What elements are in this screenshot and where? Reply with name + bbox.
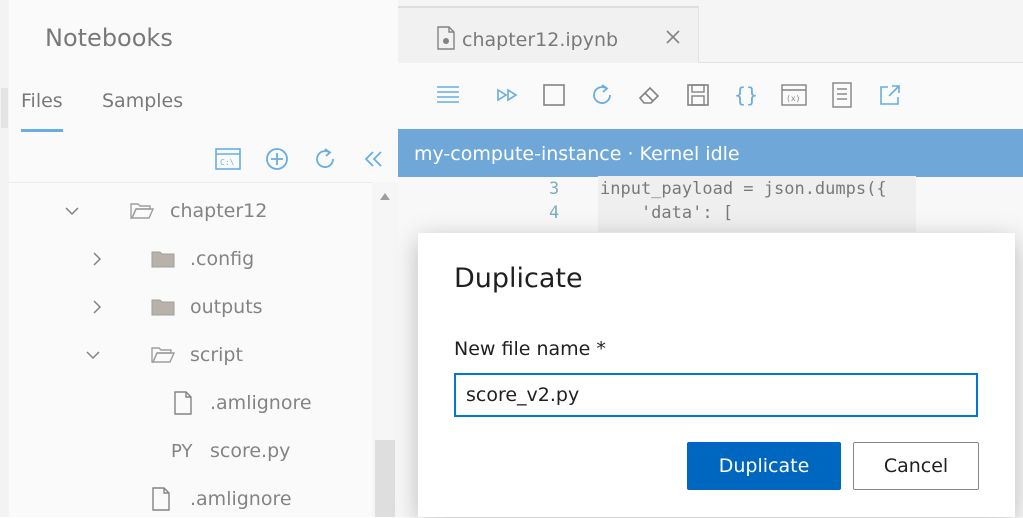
- cancel-button[interactable]: Cancel: [853, 442, 979, 490]
- duplicate-button[interactable]: Duplicate: [687, 442, 841, 490]
- new-file-name-label: New file name *: [454, 338, 606, 360]
- dialog-title: Duplicate: [454, 263, 583, 294]
- new-file-name-input[interactable]: [454, 373, 978, 417]
- duplicate-dialog: Duplicate New file name * Duplicate Canc…: [418, 233, 1015, 517]
